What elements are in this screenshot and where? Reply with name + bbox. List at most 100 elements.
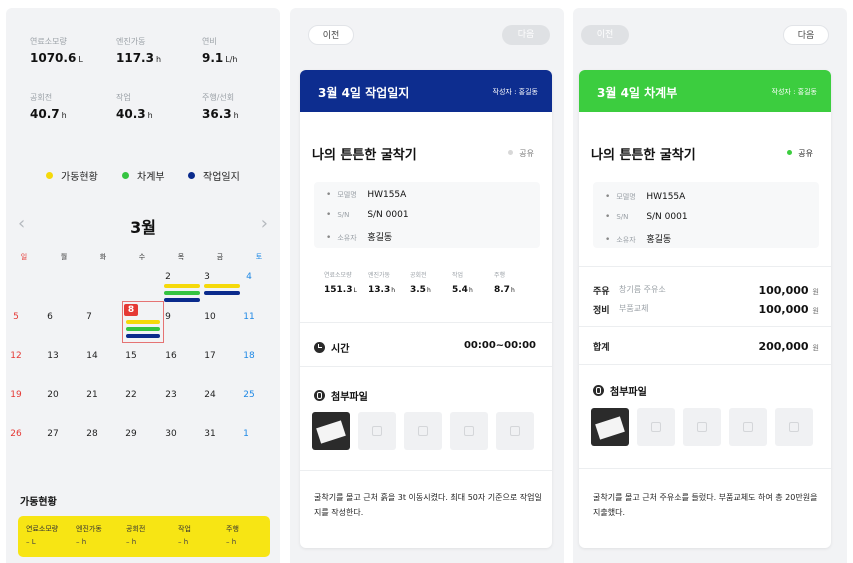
calendar-day[interactable]: 25 [239, 390, 259, 400]
weekday-wed: 수 [138, 253, 146, 261]
image-placeholder-icon [743, 422, 753, 432]
info-row: • 소유자 홍길동 [605, 235, 672, 245]
calendar-day[interactable]: 22 [121, 390, 141, 400]
work-stat-value: 151.3 [324, 285, 353, 295]
legend-vehicle-log[interactable]: 차계부 [122, 168, 165, 183]
weekday-thu: 목 [177, 253, 185, 261]
stat-label: 연비 [202, 37, 217, 46]
calendar-day[interactable]: 2 [158, 272, 178, 282]
prev-button[interactable]: 이전 [308, 25, 354, 45]
stat-unit: L [78, 55, 83, 64]
stat-engine: 엔진가동 117.3 h [116, 36, 196, 65]
attachment-placeholder[interactable] [496, 412, 534, 450]
stat-label: 작업 [116, 93, 131, 102]
share-toggle[interactable]: 공유 [787, 148, 813, 159]
work-stat-value: 13.3 [368, 285, 391, 295]
status-col-value: – h [76, 538, 87, 546]
calendar-day[interactable]: 5 [6, 312, 26, 322]
attachment-photo[interactable] [312, 412, 350, 450]
work-stats: 연료소모량 151.3L 엔진가동 13.3h 공회전 3.5h 작업 5.4h 주행 8… [314, 270, 540, 304]
calendar-day[interactable]: 19 [6, 390, 26, 400]
calendar-day[interactable]: 31 [200, 429, 220, 439]
status-summary-box: 연료소모량 – L 엔진가동 – h 공회전 – h 작업 – h 주행 – h [18, 516, 270, 557]
attachment-placeholder[interactable] [450, 412, 488, 450]
calendar-day-today[interactable]: 8 [124, 304, 138, 316]
calendar-day[interactable]: 10 [200, 312, 220, 322]
calendar-day[interactable]: 26 [6, 429, 26, 439]
calendar-day[interactable]: 11 [239, 312, 259, 322]
share-label: 공유 [519, 149, 534, 158]
time-value: 00:00~00:00 [463, 340, 536, 351]
calendar-day[interactable]: 24 [200, 390, 220, 400]
info-value: 홍길동 [646, 235, 672, 245]
attachment-section: 첨부파일 [593, 383, 647, 398]
status-col-value: – h [226, 538, 237, 546]
calendar-day[interactable]: 20 [43, 390, 63, 400]
machine-name: 나의 튼튼한 굴착기 [312, 148, 417, 163]
calendar-day[interactable]: 21 [82, 390, 102, 400]
chevron-right-icon[interactable]: › [261, 213, 268, 234]
calendar-day[interactable]: 13 [43, 351, 63, 361]
event-bar-vehicle-log [126, 327, 160, 331]
status-section-title: 가동현황 [20, 497, 57, 508]
calendar-day[interactable]: 9 [158, 312, 178, 322]
status-col-value: – h [178, 538, 189, 546]
info-value: 홍길동 [367, 233, 393, 243]
legend-operation[interactable]: 가동현황 [46, 168, 98, 183]
attachment-placeholder[interactable] [775, 408, 813, 446]
event-bar-work-log [126, 334, 160, 338]
legend-work-log[interactable]: 작업일지 [188, 168, 240, 183]
divider [300, 470, 552, 471]
calendar-day[interactable]: 12 [6, 351, 26, 361]
work-stat-unit: h [426, 287, 431, 294]
calendar-day[interactable]: 3 [197, 272, 217, 282]
calendar-day[interactable]: 29 [121, 429, 141, 439]
attachment-photo[interactable] [591, 408, 629, 446]
stat-value: 40.3 [116, 107, 146, 121]
info-key: 모델명 [616, 193, 636, 201]
calendar-day[interactable]: 28 [82, 429, 102, 439]
work-log-screen: 이전 다음 3월 4일 작업일지 작성자 : 홍길동 나의 튼튼한 굴착기 공유… [290, 8, 564, 563]
calendar-day[interactable]: 4 [239, 272, 259, 282]
attachment-placeholder[interactable] [683, 408, 721, 446]
work-stat-unit: h [391, 287, 396, 294]
stat-fuel: 연료소모량 1070.6 L [30, 36, 110, 65]
attachment-placeholder[interactable] [358, 412, 396, 450]
share-toggle[interactable]: 공유 [508, 148, 534, 159]
weekday-fri: 금 [216, 253, 224, 261]
calendar-day[interactable]: 15 [121, 351, 141, 361]
stat-travel: 주행/선회 36.3 h [202, 92, 280, 121]
image-placeholder-icon [651, 422, 661, 432]
calendar-day[interactable]: 27 [43, 429, 63, 439]
calendar-day[interactable]: 17 [200, 351, 220, 361]
work-stat-value: 3.5 [410, 285, 426, 295]
weekday-mon: 월 [60, 253, 68, 261]
card-author: 작성자 : 홍길동 [492, 88, 538, 96]
info-row: • 모델명 HW155A [326, 190, 407, 200]
next-button[interactable]: 다음 [783, 25, 829, 45]
attachment-placeholder[interactable] [404, 412, 442, 450]
attachment-placeholder[interactable] [637, 408, 675, 446]
calendar-day[interactable]: 7 [79, 312, 99, 322]
calendar-day[interactable]: 16 [161, 351, 181, 361]
weekday-sat: 토 [255, 253, 263, 261]
info-key: 소유자 [337, 234, 357, 242]
calendar-day[interactable]: 23 [161, 390, 181, 400]
dot-icon [122, 172, 129, 179]
calendar-day[interactable]: 1 [236, 429, 256, 439]
clock-icon [314, 342, 325, 353]
info-value: S/N 0001 [646, 212, 688, 222]
calendar-day[interactable]: 18 [239, 351, 259, 361]
cost-unit: 원 [812, 307, 819, 315]
work-stat-value: 5.4 [452, 285, 468, 295]
calendar-day[interactable]: 30 [161, 429, 181, 439]
divider [300, 322, 552, 323]
event-bar-operation [204, 284, 240, 288]
stat-label: 공회전 [30, 93, 53, 102]
attachment-placeholder[interactable] [729, 408, 767, 446]
calendar-day[interactable]: 6 [40, 312, 60, 322]
divider [300, 366, 552, 367]
prev-button-disabled: 이전 [581, 25, 629, 45]
calendar-day[interactable]: 14 [82, 351, 102, 361]
image-placeholder-icon [697, 422, 707, 432]
